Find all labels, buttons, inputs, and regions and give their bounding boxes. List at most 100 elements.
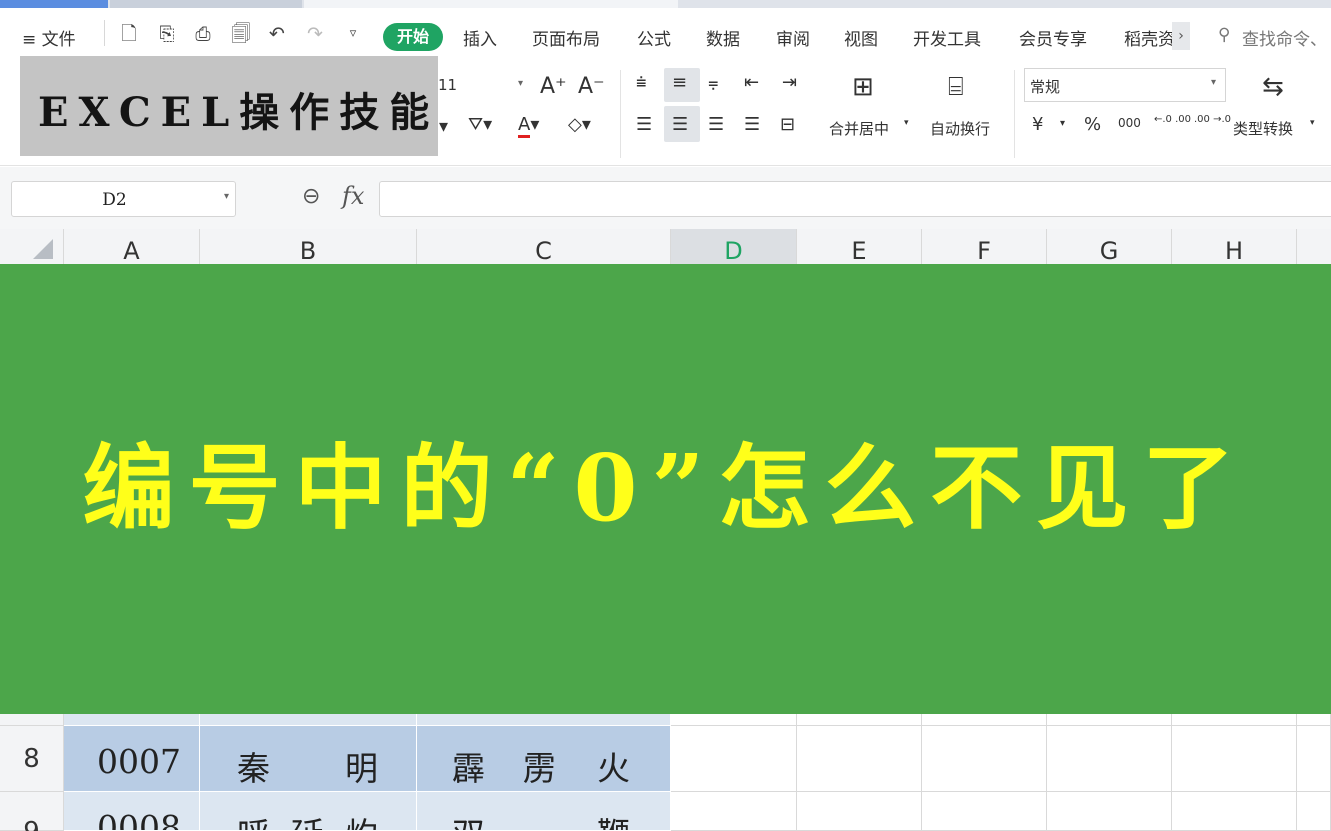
font-size-box[interactable]: 11 <box>438 76 457 94</box>
increase-indent-icon[interactable]: ⇥ <box>782 72 797 93</box>
fill-color-icon[interactable]: ⛛▾ <box>468 114 492 135</box>
column-header-g[interactable]: G <box>1047 229 1172 265</box>
grid-cell[interactable] <box>64 714 200 726</box>
window-tab-3[interactable] <box>304 0 678 8</box>
tab-developer[interactable]: 开发工具 <box>913 25 981 50</box>
type-convert-button[interactable]: 类型转换 <box>1233 118 1293 139</box>
column-header-a[interactable]: A <box>64 229 200 265</box>
cell-c8[interactable]: 霹 雳 火 <box>417 726 671 792</box>
row-header-8[interactable]: 8 <box>0 726 64 792</box>
font-color-icon[interactable]: A▾ <box>518 114 539 138</box>
column-header-h[interactable]: H <box>1172 229 1297 265</box>
font-size-dropdown-icon[interactable]: ▾ <box>518 78 523 89</box>
cell-d8[interactable] <box>671 726 797 792</box>
tab-docer[interactable]: 稻壳资 <box>1124 25 1172 50</box>
currency-button[interactable]: ¥ <box>1032 114 1043 135</box>
file-menu[interactable]: ≡ 文件 <box>22 25 76 50</box>
cell-c9[interactable]: 双 鞭 <box>417 792 671 831</box>
grid-cell[interactable] <box>797 714 922 726</box>
tab-formulas[interactable]: 公式 <box>637 25 671 50</box>
grid-cell[interactable] <box>1172 714 1297 726</box>
cell-e8[interactable] <box>797 726 922 792</box>
align-bottom-icon[interactable]: ⩦ <box>708 72 719 93</box>
cell-a8[interactable]: 0007 <box>64 726 200 792</box>
grid-cell[interactable] <box>1297 714 1331 726</box>
tab-member[interactable]: 会员专享 <box>1019 25 1087 50</box>
type-convert-icon[interactable]: ⇆ <box>1262 72 1284 102</box>
increase-font-icon[interactable]: A⁺ <box>540 74 567 99</box>
column-header-b[interactable]: B <box>200 229 417 265</box>
print-preview-icon[interactable]: 🗐 <box>228 21 254 47</box>
thousands-button[interactable]: 000 <box>1118 116 1141 130</box>
row-header[interactable] <box>0 714 64 726</box>
grid-cell[interactable] <box>200 714 417 726</box>
column-header-c[interactable]: C <box>417 229 671 265</box>
window-tab-2[interactable] <box>110 0 302 8</box>
cell-f9[interactable] <box>922 792 1047 831</box>
cell-e9[interactable] <box>797 792 922 831</box>
row-header-9[interactable]: 9 <box>0 792 64 831</box>
type-convert-dropdown-icon[interactable]: ▾ <box>1310 118 1315 128</box>
tab-insert[interactable]: 插入 <box>463 25 497 50</box>
name-box[interactable]: D2 ▾ <box>11 181 236 217</box>
align-top-icon[interactable]: ⩧ <box>636 72 647 93</box>
window-tab-1[interactable] <box>0 0 108 8</box>
chevron-down-icon[interactable]: ▾ <box>224 191 229 202</box>
merge-center-button[interactable]: 合并居中 <box>829 118 889 139</box>
decrease-indent-icon[interactable]: ⇤ <box>744 72 759 93</box>
align-center-icon[interactable]: ☰ <box>672 114 688 135</box>
search-icon[interactable]: ⚲ <box>1218 25 1230 45</box>
cell-g9[interactable] <box>1047 792 1172 831</box>
wrap-text-icon[interactable]: ⌸ <box>948 72 964 103</box>
export-icon[interactable]: ⎘ <box>154 21 180 47</box>
fx-icon[interactable]: fx <box>342 182 364 210</box>
zoom-icon[interactable]: ⊖ <box>302 184 320 209</box>
tab-data[interactable]: 数据 <box>706 25 740 50</box>
grid-cell[interactable] <box>417 714 671 726</box>
grid-cell[interactable] <box>1047 714 1172 726</box>
cell-h8[interactable] <box>1172 726 1297 792</box>
tab-view[interactable]: 视图 <box>844 25 878 50</box>
tab-page-layout[interactable]: 页面布局 <box>532 25 600 50</box>
cell-f8[interactable] <box>922 726 1047 792</box>
cell-i8[interactable] <box>1297 726 1331 792</box>
distributed-align-icon[interactable]: ⊟ <box>780 114 795 135</box>
cell-a9[interactable]: 0008 <box>64 792 200 831</box>
wrap-text-button[interactable]: 自动换行 <box>930 118 990 139</box>
cell-h9[interactable] <box>1172 792 1297 831</box>
percent-button[interactable]: % <box>1084 114 1101 135</box>
decrease-decimal-button[interactable]: .00 →.0 <box>1194 114 1231 125</box>
cell-b8[interactable]: 秦 明 <box>200 726 417 792</box>
align-left-icon[interactable]: ☰ <box>636 114 652 135</box>
save-icon[interactable]: 🗋 <box>116 21 142 47</box>
grid-cell[interactable] <box>671 714 797 726</box>
tab-start[interactable]: 开始 <box>383 23 443 51</box>
currency-dropdown-icon[interactable]: ▾ <box>1060 118 1065 129</box>
increase-decimal-button[interactable]: ←.0 .00 <box>1154 114 1191 125</box>
align-right-icon[interactable]: ☰ <box>708 114 724 135</box>
column-header-f[interactable]: F <box>922 229 1047 265</box>
print-icon[interactable]: ⎙ <box>190 21 216 47</box>
cell-g8[interactable] <box>1047 726 1172 792</box>
merge-dropdown-icon[interactable]: ▾ <box>904 118 909 128</box>
clear-format-icon[interactable]: ◇▾ <box>568 114 591 135</box>
cell-i9[interactable] <box>1297 792 1331 831</box>
align-middle-icon[interactable]: ≡ <box>672 72 687 93</box>
decrease-font-icon[interactable]: A⁻ <box>578 74 605 99</box>
more-tabs-button[interactable]: › <box>1172 22 1190 50</box>
search-commands[interactable]: 查找命令、 <box>1242 25 1327 50</box>
redo-icon[interactable]: ↷ <box>302 21 328 47</box>
column-header-d[interactable]: D <box>671 229 797 265</box>
cell-d9[interactable] <box>671 792 797 831</box>
grid-cell[interactable] <box>922 714 1047 726</box>
undo-icon[interactable]: ↶ <box>264 21 290 47</box>
tab-review[interactable]: 审阅 <box>776 25 810 50</box>
number-format-select[interactable]: 常规 ▾ <box>1024 68 1226 102</box>
justify-icon[interactable]: ☰ <box>744 114 760 135</box>
merge-center-icon[interactable]: ⊞ <box>852 72 874 102</box>
cell-b9[interactable]: 呼 延 灼 <box>200 792 417 831</box>
quick-access-dropdown-icon[interactable]: ▿ <box>340 21 366 47</box>
column-header-e[interactable]: E <box>797 229 922 265</box>
formula-input[interactable] <box>379 181 1331 217</box>
select-all-corner[interactable] <box>0 229 64 265</box>
